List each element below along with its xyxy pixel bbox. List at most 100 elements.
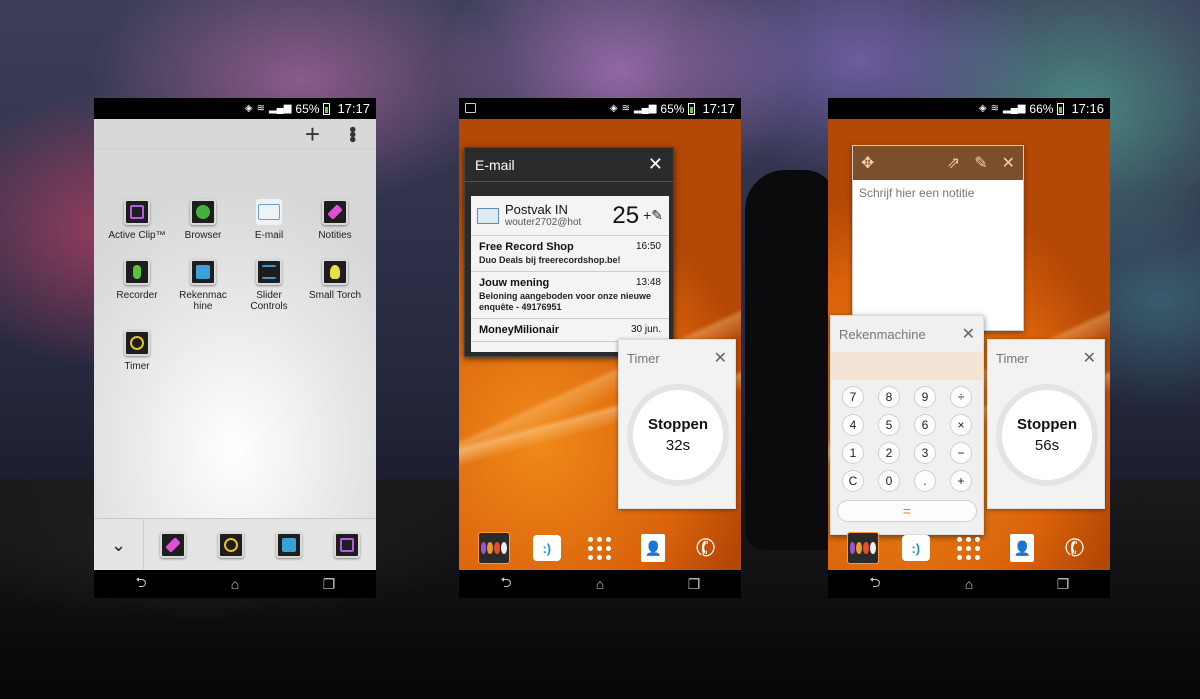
app-recorder[interactable]: Recorder <box>104 259 170 312</box>
messaging-icon: :) <box>901 535 930 561</box>
note-text-area[interactable]: Schrijf hier een notitie <box>853 180 1023 206</box>
calc-key[interactable]: 7 <box>842 386 864 408</box>
app-timer[interactable]: Timer <box>104 330 170 372</box>
phone-email-timer: ◈ ≋ ▂▄▆ 65% 17:17 E-mail ✕ Postvak IN wo… <box>459 98 741 598</box>
home-screen: ✥ ⇗ ✎ ✕ Schrijf hier een notitie Rekenma… <box>828 119 1110 570</box>
move-icon[interactable]: ✥ <box>861 153 874 173</box>
app-slider-controls[interactable]: Slider Controls <box>236 259 302 312</box>
calc-key[interactable]: 0 <box>878 470 900 492</box>
equals-button[interactable]: = <box>837 500 977 522</box>
timer-widget: Timer ✕ Stoppen 32s <box>618 339 736 509</box>
close-icon[interactable]: ✕ <box>1083 348 1096 368</box>
close-icon[interactable]: ✕ <box>962 324 975 344</box>
battery-percent: 65% <box>295 101 320 116</box>
contacts-icon: 👤 <box>1010 534 1035 562</box>
envelope-icon <box>477 207 499 224</box>
app-email[interactable]: E-mail <box>236 199 302 241</box>
timer-stop-button[interactable]: Stoppen 56s <box>996 384 1098 486</box>
calc-key[interactable]: 8 <box>878 386 900 408</box>
close-icon[interactable]: ✕ <box>648 154 663 175</box>
nfc-icon: ◈ <box>978 103 987 114</box>
add-icon[interactable]: + <box>305 121 320 147</box>
app-rekenmachine[interactable]: Rekenmac hine <box>170 259 236 312</box>
close-icon[interactable]: ✕ <box>714 348 727 368</box>
messaging-app[interactable]: :) <box>531 532 563 564</box>
dock-active-clip[interactable] <box>334 531 360 558</box>
home-screen: E-mail ✕ Postvak IN wouter2702@hot 25 +✎… <box>459 119 741 570</box>
dock-notities[interactable] <box>160 531 186 558</box>
app-notities[interactable]: Notities <box>302 199 368 241</box>
dock-timer[interactable] <box>218 531 244 558</box>
clock: 17:17 <box>702 101 735 116</box>
app-drawer-icon <box>588 536 612 560</box>
mail-sender: Free Record Shop <box>479 241 574 253</box>
app-drawer[interactable] <box>953 532 985 564</box>
app-small-torch[interactable]: Small Torch <box>302 259 368 312</box>
email-content: Postvak IN wouter2702@hot 25 +✎ Free Rec… <box>471 196 669 352</box>
nav-bar: ⮌ ⌂ ❐ <box>828 570 1110 598</box>
calc-key[interactable]: 9 <box>914 386 936 408</box>
home-icon[interactable]: ⌂ <box>954 576 984 592</box>
back-icon[interactable]: ⮌ <box>860 572 890 596</box>
calc-key[interactable]: ÷ <box>950 386 972 408</box>
calc-key[interactable]: 3 <box>914 442 936 464</box>
calc-key[interactable]: 5 <box>878 414 900 436</box>
app-browser[interactable]: Browser <box>170 199 236 241</box>
notes-toolbar: ✥ ⇗ ✎ ✕ <box>853 146 1023 180</box>
nav-bar: ⮌ ⌂ ❐ <box>459 570 741 598</box>
contacts-app[interactable]: 👤 <box>1006 532 1038 564</box>
app-folder[interactable] <box>846 532 879 564</box>
app-label: Browser <box>184 230 222 241</box>
calculator-keypad: 7 8 9 ÷ 4 5 6 × 1 2 3 − C 0 . + <box>831 384 983 494</box>
contacts-app[interactable]: 👤 <box>637 532 669 564</box>
overflow-menu-icon[interactable]: ••• <box>341 126 363 141</box>
calc-key[interactable]: . <box>914 470 936 492</box>
calc-key[interactable]: 4 <box>842 414 864 436</box>
back-icon[interactable]: ⮌ <box>126 572 156 596</box>
timer-widget: Timer ✕ Stoppen 56s <box>987 339 1105 509</box>
app-label: Slider Controls <box>250 290 288 312</box>
timer-action: Stoppen <box>648 416 708 433</box>
calc-key[interactable]: + <box>950 470 972 492</box>
messaging-app[interactable]: :) <box>900 532 932 564</box>
home-icon[interactable]: ⌂ <box>585 576 615 592</box>
collapse-chevron-icon[interactable]: ⌄ <box>94 518 144 571</box>
recent-apps-icon[interactable]: ❐ <box>679 576 709 593</box>
timer-stop-button[interactable]: Stoppen 32s <box>627 384 729 486</box>
mail-item[interactable]: Jouw mening 13:48 Beloning aangeboden voo… <box>471 272 669 319</box>
bulb-icon <box>322 259 348 285</box>
phone-notes-calc-timer: ◈ ≋ ▂▄▆ 66% 17:16 ✥ ⇗ ✎ ✕ Schrijf hier e… <box>828 98 1110 598</box>
mail-subject: Duo Deals bij freerecordshop.be! <box>479 255 621 265</box>
phone-app[interactable]: ✆ <box>1059 532 1091 564</box>
app-folder[interactable] <box>477 532 510 564</box>
calc-key[interactable]: 1 <box>842 442 864 464</box>
calc-key[interactable]: 2 <box>878 442 900 464</box>
dock-rekenmachine[interactable] <box>276 531 302 558</box>
close-icon[interactable]: ✕ <box>1002 153 1015 173</box>
phone-app[interactable]: ✆ <box>690 532 722 564</box>
app-active-clip[interactable]: Active Clip™ <box>104 199 170 241</box>
mail-time: 30 jun. <box>630 324 661 335</box>
rock-formation <box>745 170 835 550</box>
back-icon[interactable]: ⮌ <box>491 572 521 596</box>
app-label: Notities <box>318 230 352 241</box>
inbox-header[interactable]: Postvak IN wouter2702@hot 25 +✎ <box>471 196 669 236</box>
mail-item[interactable]: Free Record Shop 16:50 Duo Deals bij free… <box>471 236 669 272</box>
app-label: Timer <box>124 361 150 372</box>
clock: 17:17 <box>337 101 370 116</box>
calc-key[interactable]: C <box>842 470 864 492</box>
app-drawer[interactable] <box>584 532 616 564</box>
compose-icon[interactable]: +✎ <box>643 207 663 224</box>
edit-icon[interactable]: ✎ <box>974 153 987 173</box>
calculator-title: Rekenmachine <box>839 326 926 342</box>
calc-key[interactable]: × <box>950 414 972 436</box>
home-icon[interactable]: ⌂ <box>220 576 250 592</box>
battery-icon <box>688 102 696 115</box>
share-icon[interactable]: ⇗ <box>947 153 960 173</box>
calc-key[interactable]: − <box>950 442 972 464</box>
battery-icon <box>1057 102 1065 115</box>
home-dock: :) 👤 ✆ <box>459 526 741 570</box>
recent-apps-icon[interactable]: ❐ <box>314 576 344 593</box>
recent-apps-icon[interactable]: ❐ <box>1048 576 1078 593</box>
calc-key[interactable]: 6 <box>914 414 936 436</box>
